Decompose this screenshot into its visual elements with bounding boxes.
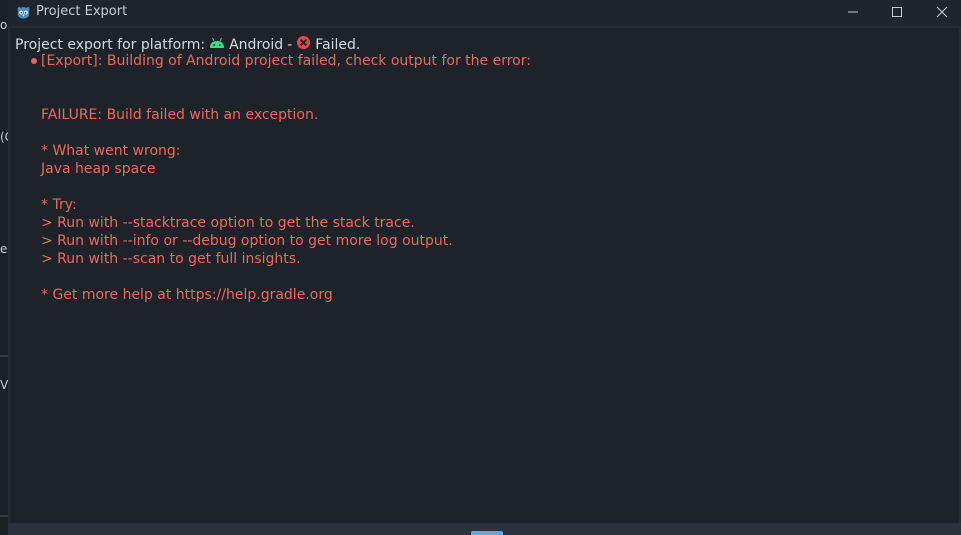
export-log-panel[interactable]: Project export for platform: Android - F…: [10, 28, 959, 523]
project-export-window: Project Export Project export for platfo…: [8, 0, 961, 535]
godot-icon: [16, 5, 31, 20]
error-bullet-icon: [31, 58, 37, 64]
maximize-button[interactable]: [875, 0, 919, 24]
minimize-icon: [847, 6, 859, 18]
log-line: * What went wrong:: [41, 143, 181, 159]
log-line: Java heap space: [41, 161, 156, 177]
minimize-button[interactable]: [831, 0, 875, 24]
title-bar[interactable]: Project Export: [8, 0, 961, 26]
active-tab-indicator: [471, 531, 503, 535]
maximize-icon: [891, 6, 903, 18]
background-text-fragment: o: [0, 18, 8, 32]
log-line: > Run with --scan to get full insights.: [41, 251, 301, 267]
log-line: * Get more help at https://help.gradle.o…: [41, 287, 333, 303]
background-divider: [0, 515, 8, 517]
background-divider: [0, 355, 8, 357]
log-line: FAILURE: Build failed with an exception.: [41, 107, 319, 123]
close-icon: [936, 6, 948, 18]
window-title: Project Export: [36, 4, 128, 19]
close-button[interactable]: [920, 0, 961, 24]
background-text-fragment: V: [0, 378, 9, 392]
log-entry-title: [Export]: Building of Android project fa…: [41, 53, 531, 69]
bottom-bar: [8, 523, 961, 535]
log-line: > Run with --stacktrace option to get th…: [41, 215, 415, 231]
log-line: * Try:: [41, 197, 77, 213]
log-line: > Run with --info or --debug option to g…: [41, 233, 453, 249]
